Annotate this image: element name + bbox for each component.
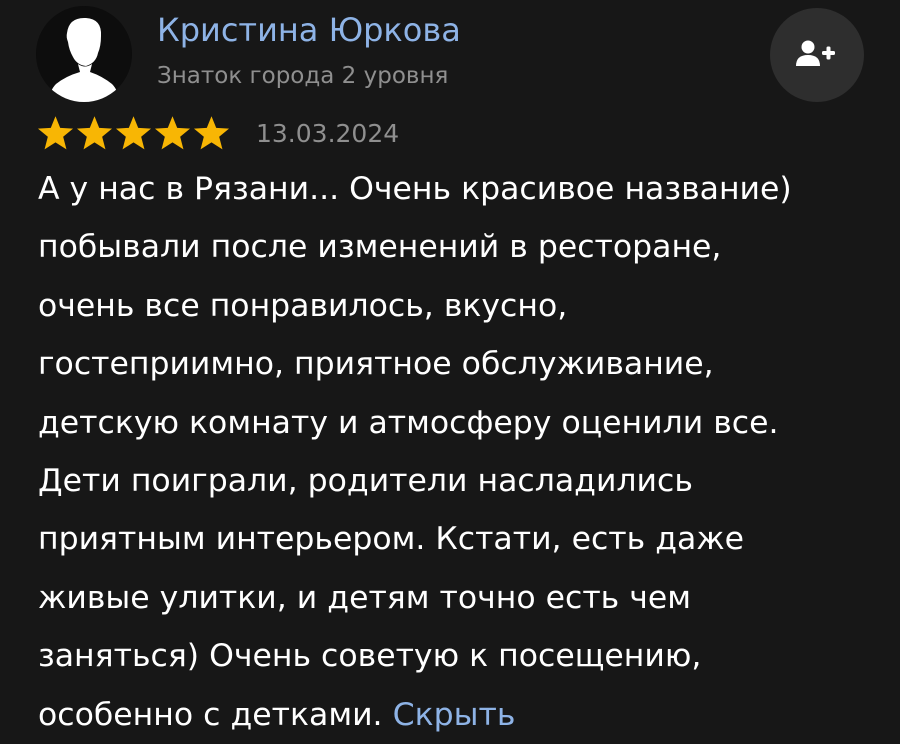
review-line: приятным интерьером. Кстати, есть даже (38, 521, 745, 558)
review-line-last: особенно с детками. Скрыть (38, 686, 878, 744)
author-level: Знаток города 2 уровня (157, 63, 449, 89)
author-name[interactable]: Кристина Юркова (157, 10, 461, 50)
review-line: очень все понравилось, вкусно, (38, 287, 568, 324)
review-text: А у нас в Рязани... Очень красивое назва… (38, 160, 878, 744)
review-line: заняться) Очень советую к посещению, (38, 638, 702, 675)
review-line: побывали после изменений в ресторане, (38, 229, 722, 266)
review-line: Дети поиграли, родители насладились (38, 463, 693, 500)
star-icon (193, 116, 230, 150)
star-icon (115, 116, 152, 150)
add-user-icon (796, 40, 835, 66)
review-line: детскую комнату и атмосферу оценили все. (38, 404, 779, 441)
rating-stars (36, 115, 231, 151)
user-silhouette-icon (36, 6, 132, 102)
avatar[interactable] (36, 6, 132, 102)
review-line: живые улитки, и детям точно есть чем (38, 579, 692, 616)
star-icon (76, 116, 113, 150)
review-card: Кристина Юркова Знаток города 2 уровня 1… (0, 0, 900, 733)
review-line: гостеприимно, приятное обслуживание, (38, 346, 714, 383)
subscribe-button[interactable] (770, 8, 864, 102)
star-icon (154, 116, 191, 150)
review-line: А у нас в Рязани... Очень красивое назва… (38, 171, 792, 207)
review-line-text: особенно с детками. (38, 696, 393, 733)
hide-review-link[interactable]: Скрыть (393, 697, 516, 733)
star-icon (37, 116, 74, 150)
review-date: 13.03.2024 (256, 119, 400, 148)
